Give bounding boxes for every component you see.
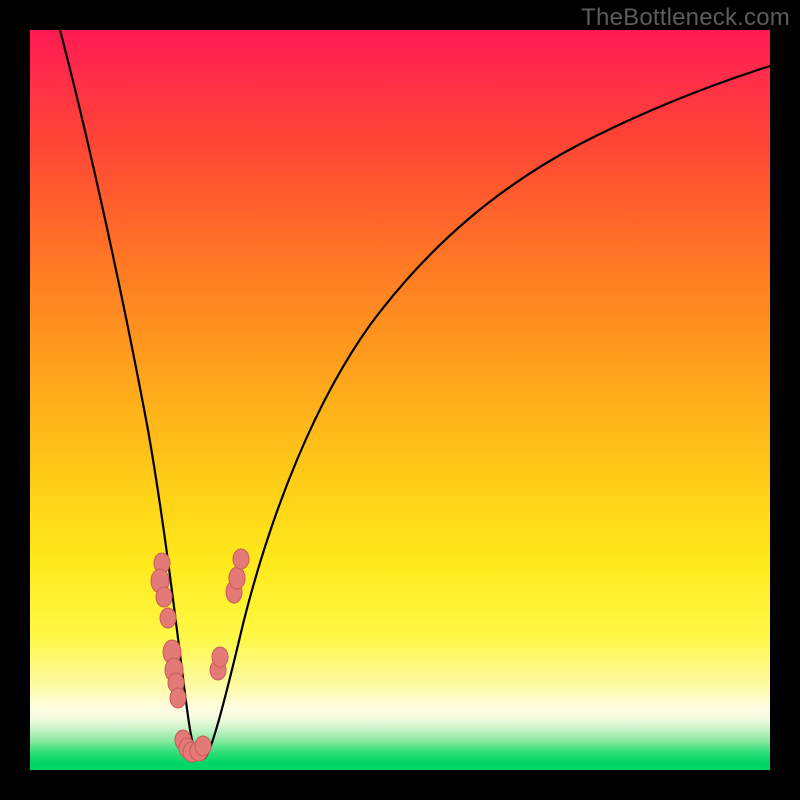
marker-dot [229,567,245,589]
curve-markers-right [210,549,249,680]
chart-svg [30,30,770,770]
chart-frame: TheBottleneck.com [0,0,800,800]
marker-dot [233,549,249,569]
marker-dot [160,608,176,628]
watermark-text: TheBottleneck.com [581,4,790,32]
marker-dot [156,587,172,607]
marker-dot [195,736,211,756]
marker-dot [170,688,186,708]
marker-dot [212,647,228,667]
